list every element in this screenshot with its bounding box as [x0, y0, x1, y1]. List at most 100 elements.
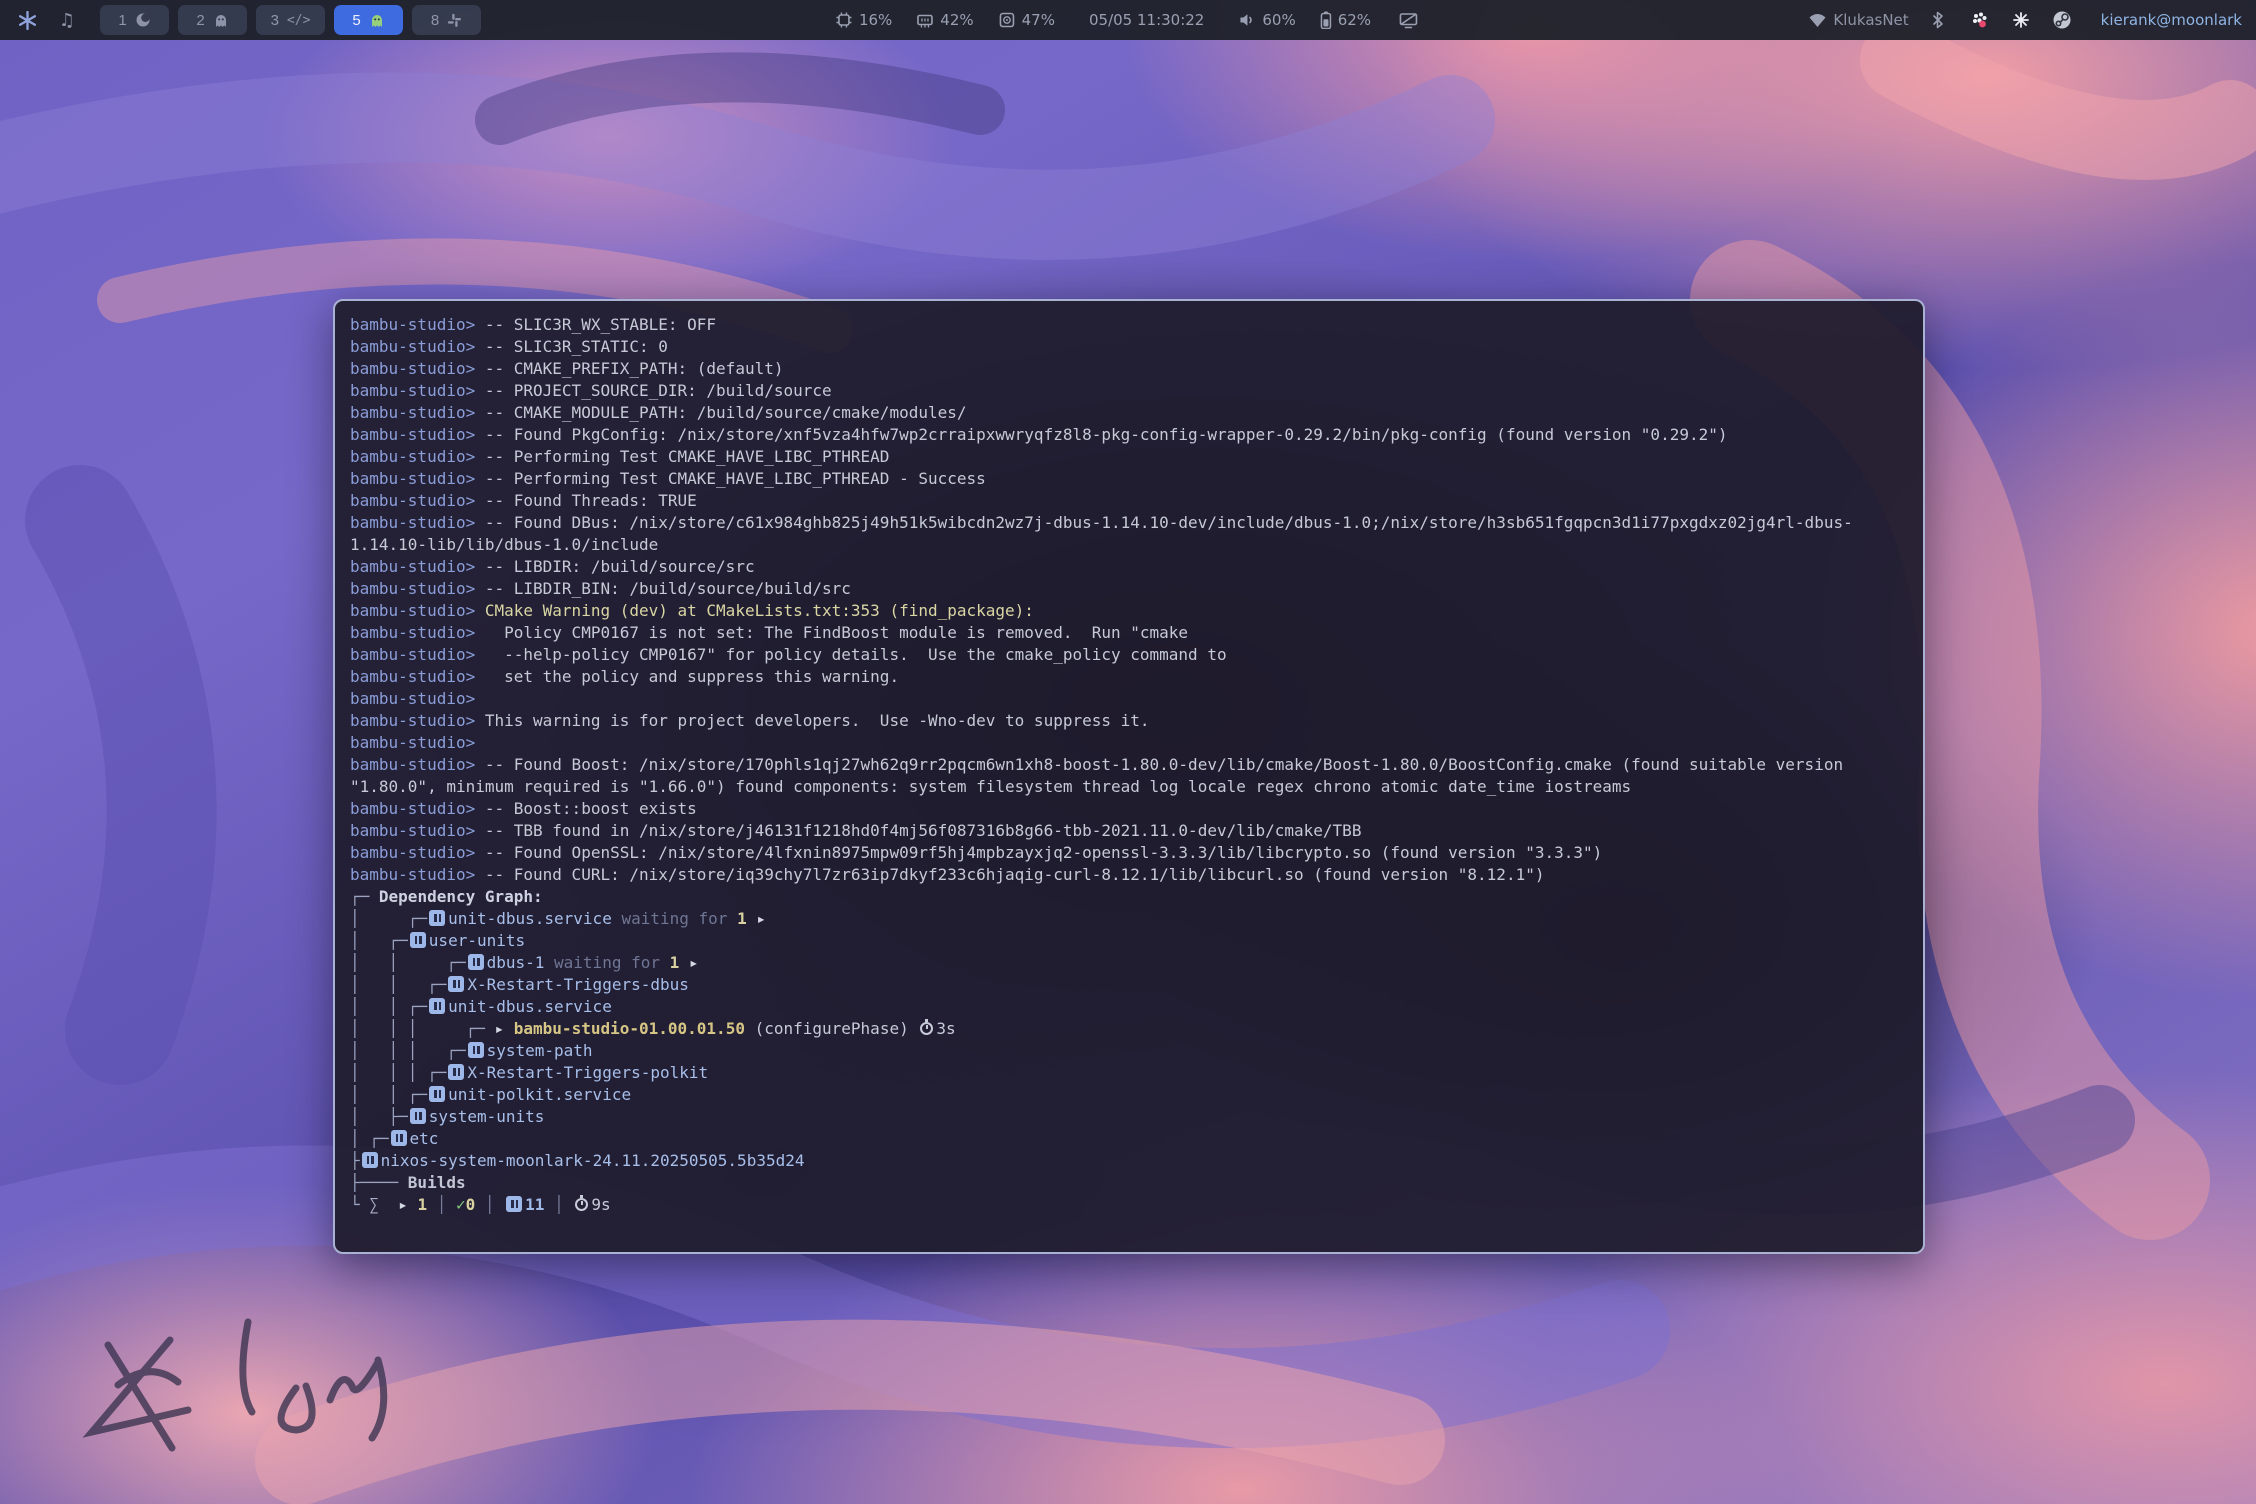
terminal-text-segment: -- Found PkgConfig: /nix/store/xnf5vza4h… [485, 425, 1728, 444]
terminal-text-segment: bambu-studio> [350, 425, 485, 444]
code-icon: </> [287, 13, 310, 28]
top-bar-left: ♫ 12 3 </> 5 8 [14, 5, 481, 35]
terminal-line: ├──── Builds [350, 1172, 1908, 1194]
terminal-output: bambu-studio> -- SLIC3R_WX_STABLE: OFFba… [350, 314, 1908, 1216]
terminal-text-segment: │ │ ┌─ [350, 975, 446, 994]
stopwatch-icon [920, 1022, 933, 1035]
workspace-button-8[interactable]: 8 [412, 5, 481, 35]
terminal-text-segment: user-units [429, 931, 525, 950]
terminal-text-segment: bambu-studio> [350, 733, 485, 752]
terminal-text-segment: 1 [417, 1195, 427, 1214]
tray-steam-icon[interactable] [2049, 7, 2075, 33]
terminal-text-segment: ▸ [679, 953, 698, 972]
music-note-icon[interactable]: ♫ [54, 7, 80, 33]
terminal-text-segment: └ [350, 1195, 369, 1214]
terminal-text-segment: ┌─ [350, 887, 379, 906]
pause-icon [410, 932, 426, 948]
terminal-text-segment: This warning is for project developers. … [485, 711, 1150, 730]
ghost-icon [213, 12, 229, 28]
terminal-line: bambu-studio> -- CMAKE_MODULE_PATH: /bui… [350, 402, 1908, 424]
workspace-number: 3 [271, 12, 279, 29]
workspace-number: 8 [431, 12, 439, 29]
battery-icon [1320, 11, 1332, 29]
top-bar-status: 16% 42% 47% 05/05 11:30:22 60% 62% [835, 0, 1421, 40]
workspace-button-5[interactable]: 5 [334, 5, 403, 35]
terminal-text-segment: bambu-studio> [350, 579, 485, 598]
terminal-text-segment: │ [427, 1195, 456, 1214]
terminal-line: bambu-studio> This warning is for projec… [350, 710, 1908, 732]
terminal-text-segment: │ ┌─ [350, 931, 408, 950]
terminal-text-segment: bambu-studio> [350, 843, 485, 862]
terminal-text-segment: X-Restart-Triggers-polkit [467, 1063, 708, 1082]
workspace-number: 5 [352, 12, 360, 29]
workspace-list: 12 3 </> 5 8 [100, 5, 481, 35]
pause-icon [468, 954, 484, 970]
wifi-stat[interactable]: KlukasNet [1808, 11, 1908, 29]
terminal-text-segment: waiting for [544, 953, 669, 972]
terminal-text-segment: dbus-1 [487, 953, 545, 972]
terminal-text-segment: bambu-studio> [350, 601, 485, 620]
terminal-line: bambu-studio> -- Performing Test CMAKE_H… [350, 468, 1908, 490]
terminal-line: │ │ │ ┌─ ▸ bambu-studio-01.00.01.50 (con… [350, 1018, 1908, 1040]
terminal-text-segment: bambu-studio> [350, 337, 485, 356]
terminal-text-segment: Dependency Graph: [379, 887, 543, 906]
terminal-line: │ │ │ ┌─X-Restart-Triggers-polkit [350, 1062, 1908, 1084]
nix-logo-icon[interactable] [14, 7, 40, 33]
cpu-icon [835, 11, 853, 29]
terminal-line: bambu-studio> [350, 732, 1908, 754]
screencast-off-icon[interactable] [1395, 7, 1421, 33]
terminal-text-segment: 1.14.10-lib/lib/dbus-1.0/include [350, 535, 658, 554]
terminal-text-segment: │ ┌─ [350, 909, 427, 928]
pause-icon [448, 1064, 464, 1080]
terminal-line: bambu-studio> -- SLIC3R_STATIC: 0 [350, 336, 1908, 358]
terminal-text-segment: bambu-studio> [350, 623, 485, 642]
terminal-text-segment: -- Found OpenSSL: /nix/store/4lfxnin8975… [485, 843, 1602, 862]
terminal-text-segment: -- Found DBus: /nix/store/c61x984ghb825j… [485, 513, 1853, 532]
terminal-text-segment: ▸ [495, 1019, 514, 1038]
pause-icon [391, 1130, 407, 1146]
terminal-line: bambu-studio> CMake Warning (dev) at CMa… [350, 600, 1908, 622]
workspace-button-2[interactable]: 2 [178, 5, 247, 35]
terminal-line: │ ┌─ user-units [350, 930, 1908, 952]
pause-icon [429, 1086, 445, 1102]
stopwatch-icon [575, 1198, 588, 1211]
terminal-text-segment: bambu-studio> [350, 645, 485, 664]
pause-icon [362, 1152, 378, 1168]
wifi-icon [1808, 12, 1827, 29]
terminal-text-segment: 0 [466, 1195, 476, 1214]
tray-snowflake-icon[interactable] [2008, 7, 2034, 33]
bluetooth-icon[interactable] [1925, 7, 1951, 33]
volume-stat[interactable]: 60% [1238, 11, 1295, 29]
memory-usage: 42% [940, 11, 973, 29]
terminal-line: bambu-studio> --help-policy CMP0167" for… [350, 644, 1908, 666]
terminal-text-segment: bambu-studio> [350, 381, 485, 400]
terminal-line: bambu-studio> -- Performing Test CMAKE_H… [350, 446, 1908, 468]
terminal-text-segment: waiting for [612, 909, 737, 928]
slack-icon [447, 13, 462, 28]
terminal-text-segment: Policy CMP0167 is not set: The FindBoost… [485, 623, 1188, 642]
terminal-text-segment: (configurePhase) [745, 1019, 918, 1038]
cpu-usage: 16% [859, 11, 892, 29]
volume-level: 60% [1262, 11, 1295, 29]
workspace-button-1[interactable]: 1 [100, 5, 169, 35]
terminal-text-segment: bambu-studio> [350, 865, 485, 884]
clock[interactable]: 05/05 11:30:22 [1089, 11, 1204, 29]
terminal-text-segment: 11 [525, 1195, 544, 1214]
tray-dots-app-icon[interactable] [1967, 7, 1993, 33]
terminal-text-segment: "1.80.0", minimum required is "1.66.0") … [350, 777, 1631, 796]
terminal-text-segment: CMake Warning (dev) at CMakeLists.txt:35… [485, 601, 1034, 620]
terminal-window[interactable]: bambu-studio> -- SLIC3R_WX_STABLE: OFFba… [333, 299, 1925, 1254]
terminal-line: bambu-studio> Policy CMP0167 is not set:… [350, 622, 1908, 644]
terminal-text-segment: bambu-studio> [350, 403, 485, 422]
memory-icon [916, 11, 934, 29]
terminal-text-segment: unit-dbus.service [448, 909, 612, 928]
terminal-line: bambu-studio> -- Found Threads: TRUE [350, 490, 1908, 512]
terminal-text-segment: ├ [350, 1151, 360, 1170]
workspace-button-3[interactable]: 3 </> [256, 5, 325, 35]
terminal-line: │ │ ┌─unit-dbus.service [350, 996, 1908, 1018]
terminal-line: │ │ │ ┌─system-path [350, 1040, 1908, 1062]
terminal-line: │ │ ┌─unit-polkit.service [350, 1084, 1908, 1106]
terminal-line: ┌─ Dependency Graph: [350, 886, 1908, 908]
top-bar: ♫ 12 3 </> 5 8 16% 42% 47% 05/05 11:30:22 60… [0, 0, 2256, 40]
terminal-text-segment: 1 [737, 909, 747, 928]
